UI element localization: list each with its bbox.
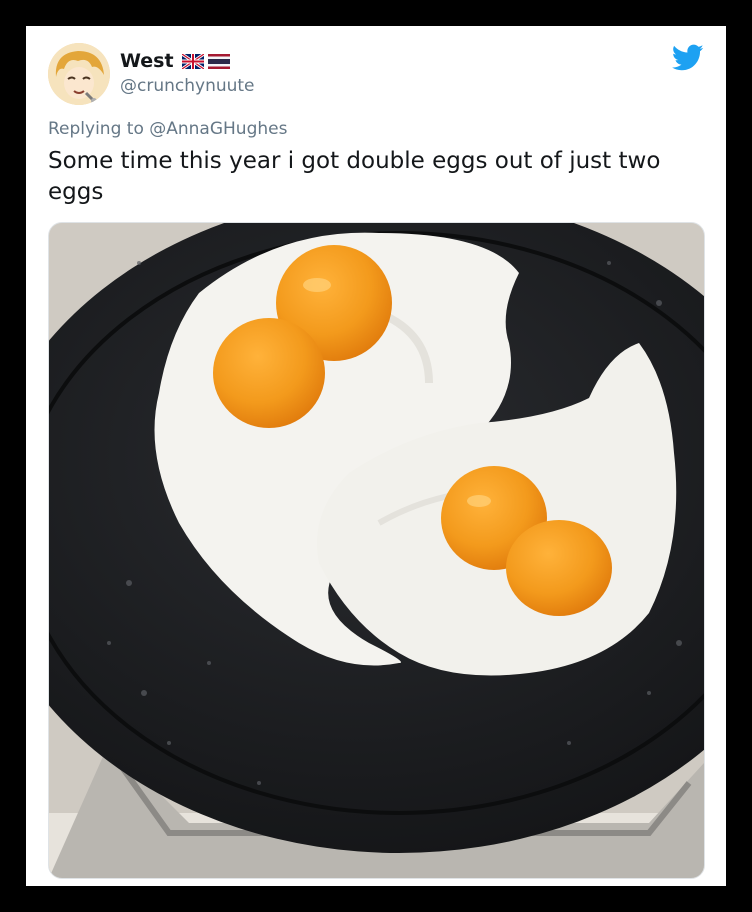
reply-context: Replying to @AnnaGHughes <box>48 119 287 139</box>
twitter-bird-icon[interactable] <box>672 44 704 72</box>
display-name[interactable]: West <box>120 50 174 72</box>
uk-flag-icon <box>181 53 204 69</box>
thai-flag-icon <box>207 53 230 69</box>
tweet-card: West @crunchynuute Replying to @AnnaGHug… <box>26 26 726 886</box>
name-row: West <box>120 50 230 72</box>
reply-prefix: Replying to <box>48 119 150 139</box>
reply-mention-link[interactable]: @AnnaGHughes <box>149 119 287 139</box>
tweet-photo[interactable] <box>48 222 705 879</box>
avatar-image <box>48 43 110 105</box>
eggs-in-pan-image <box>49 223 704 878</box>
avatar[interactable] <box>48 43 110 105</box>
tweet-text: Some time this year i got double eggs ou… <box>48 148 661 205</box>
user-handle[interactable]: @crunchynuute <box>120 76 255 96</box>
flags <box>181 53 230 69</box>
